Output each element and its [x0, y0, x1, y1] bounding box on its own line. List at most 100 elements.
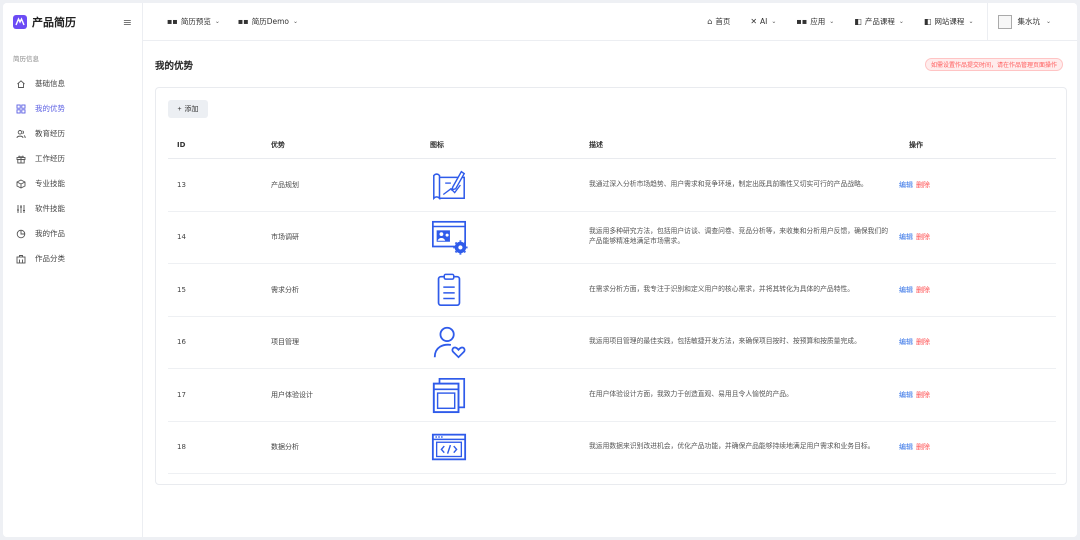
sidebar-item-software-skills[interactable]: 软件技能 [3, 196, 142, 221]
topbar-resume-preview[interactable]: ▪▪ 简历预览 ⌄ [167, 16, 220, 27]
sidebar-item-advantages[interactable]: 我的优势 [3, 96, 142, 121]
window-layout-icon [432, 377, 466, 413]
header-desc: 描述 [589, 140, 603, 149]
sidebar-item-work[interactable]: 工作经历 [3, 146, 142, 171]
sidebar-item-work-categories[interactable]: 作品分类 [3, 246, 142, 271]
grid-icon: ▪▪ [237, 17, 249, 26]
row-icon-cell [421, 166, 580, 204]
sliders-icon [16, 204, 26, 214]
content-area: 我的优势 如需设置作品提交时间，请在作品管理页面操作 + 添加 ID 优势 图标… [143, 41, 1077, 537]
topbar-item-label: AI [760, 17, 768, 26]
book-icon: ◧ [923, 17, 932, 26]
edit-button[interactable]: 编辑 [899, 180, 913, 190]
advantages-table: ID 优势 图标 描述 操作 13 产品规划 我通过深入分析市场趋势、用户需求和… [168, 132, 1056, 474]
row-name: 用户体验设计 [271, 390, 313, 399]
topbar-home[interactable]: ⌂ 首页 [707, 16, 730, 27]
chevron-down-icon: ⌄ [293, 18, 299, 25]
row-ops: 编辑 删除 [899, 232, 1056, 242]
chevron-down-icon: ⌄ [829, 18, 835, 25]
header-icon: 图标 [430, 141, 444, 149]
row-name: 需求分析 [271, 285, 299, 294]
book-icon: ◧ [854, 17, 862, 26]
row-icon-cell [421, 218, 580, 256]
topbar-item-label: 网站课程 [934, 17, 965, 26]
edit-button[interactable]: 编辑 [899, 442, 913, 452]
tip-badge: 如需设置作品提交时间，请在作品管理页面操作 [924, 58, 1063, 71]
topbar-product-course[interactable]: ◧ 产品课程 ⌄ [854, 16, 904, 27]
menu-toggle-icon[interactable]: ≡ [123, 16, 132, 29]
topbar-website-course[interactable]: ◧ 网站课程 ⌄ [924, 16, 974, 27]
edit-button[interactable]: 编辑 [899, 285, 913, 295]
row-desc: 我运用多种研究方法，包括用户访谈、调查问卷、竞品分析等，来收集和分析用户反馈，确… [589, 227, 889, 246]
row-desc: 我运用项目管理的最佳实践，包括敏捷开发方法，来确保项目按时、按预算和按质量完成。 [589, 337, 861, 346]
tools-icon: ✕ [750, 17, 758, 26]
row-desc: 我运用数据来识别改进机会，优化产品功能，并确保产品能够持续地满足用户需求和业务目… [589, 442, 875, 451]
users-icon [16, 129, 26, 139]
topbar-ai[interactable]: ✕ AI ⌄ [750, 17, 776, 26]
table-row: 13 产品规划 我通过深入分析市场趋势、用户需求和竞争环境，制定出既具前瞻性又切… [168, 159, 1056, 212]
delete-button[interactable]: 删除 [916, 442, 930, 452]
brand-logo-icon [13, 15, 27, 29]
header-id: ID [177, 141, 186, 149]
row-id: 16 [177, 338, 186, 347]
row-id: 17 [177, 390, 186, 399]
sidebar-item-basic-info[interactable]: 基础信息 [3, 71, 142, 96]
table-row: 14 市场调研 我运用多种研究方法，包括用户访谈、调查问卷、竞品分析等，来收集和… [168, 212, 1056, 264]
topbar-item-label: 简历预览 [180, 17, 211, 26]
sidebar-item-label: 基础信息 [35, 79, 65, 88]
grid-icon [16, 104, 26, 114]
edit-button[interactable]: 编辑 [899, 390, 913, 400]
plus-icon: + [177, 105, 182, 113]
edit-button[interactable]: 编辑 [899, 232, 913, 242]
sidebar-item-label: 我的优势 [35, 104, 65, 113]
delete-button[interactable]: 删除 [916, 337, 930, 347]
row-icon-cell [421, 271, 580, 309]
sidebar-item-label: 教育经历 [35, 129, 65, 138]
topbar-apps[interactable]: ▪▪ 应用 ⌄ [796, 16, 834, 27]
sidebar-item-label: 作品分类 [35, 254, 65, 263]
sidebar: 产品简历 ≡ 简历信息 基础信息 我的优势 教育经历 工作经历 专业技能 软件技… [3, 3, 143, 537]
brand-title: 产品简历 [32, 16, 76, 29]
clipboard-icon [437, 273, 461, 306]
chevron-down-icon: ⌄ [214, 18, 220, 25]
sidebar-item-label: 我的作品 [35, 229, 65, 238]
sidebar-item-pro-skills[interactable]: 专业技能 [3, 171, 142, 196]
grid-icon: ▪▪ [167, 17, 178, 26]
row-desc: 在用户体验设计方面，我致力于创造直观、易用且令人愉悦的产品。 [589, 389, 793, 398]
sidebar-item-education[interactable]: 教育经历 [3, 121, 142, 146]
table-row: 16 项目管理 我运用项目管理的最佳实践，包括敏捷开发方法，来确保项目按时、按预… [168, 317, 1056, 369]
user-name: 集水坑 [1017, 17, 1040, 26]
delete-button[interactable]: 删除 [916, 390, 930, 400]
row-desc: 在需求分析方面，我专注于识别和定义用户的核心需求，并将其转化为具体的产品特性。 [589, 284, 855, 293]
add-button[interactable]: + 添加 [168, 100, 208, 118]
blueprint-pencil-icon [433, 170, 466, 200]
sidebar-item-works[interactable]: 我的作品 [3, 221, 142, 246]
topbar-item-label: 首页 [715, 17, 731, 26]
sidebar-item-label: 软件技能 [35, 204, 65, 213]
row-name: 市场调研 [271, 233, 299, 242]
sidebar-item-label: 工作经历 [35, 154, 65, 163]
avatar [998, 14, 1013, 29]
delete-button[interactable]: 删除 [916, 180, 930, 190]
grid-icon: ▪▪ [796, 17, 808, 26]
row-ops: 编辑 删除 [899, 442, 1056, 452]
add-button-label: 添加 [184, 106, 199, 113]
topbar-item-label: 简历Demo [251, 17, 290, 26]
cube-icon [16, 178, 26, 189]
user-heart-icon [433, 327, 466, 359]
row-icon-cell [421, 323, 580, 361]
header-name: 优势 [271, 141, 285, 149]
delete-button[interactable]: 删除 [916, 285, 930, 295]
user-menu[interactable]: 集水坑 ⌄ [987, 3, 1059, 41]
topbar-item-label: 产品课程 [864, 17, 895, 26]
code-window-icon [431, 433, 467, 461]
table-row: 18 数据分析 我运用数据来识别改进机会，优化产品功能，并确保产品能够持续地满足… [168, 422, 1056, 474]
topbar-resume-demo[interactable]: ▪▪ 简历Demo ⌄ [238, 16, 298, 27]
topbar-item-label: 应用 [810, 17, 826, 26]
brand: 产品简历 ≡ [3, 3, 142, 41]
pie-icon [16, 229, 26, 239]
edit-button[interactable]: 编辑 [899, 337, 913, 347]
delete-button[interactable]: 删除 [916, 232, 930, 242]
home-icon: ⌂ [707, 17, 713, 26]
row-id: 18 [177, 443, 186, 452]
